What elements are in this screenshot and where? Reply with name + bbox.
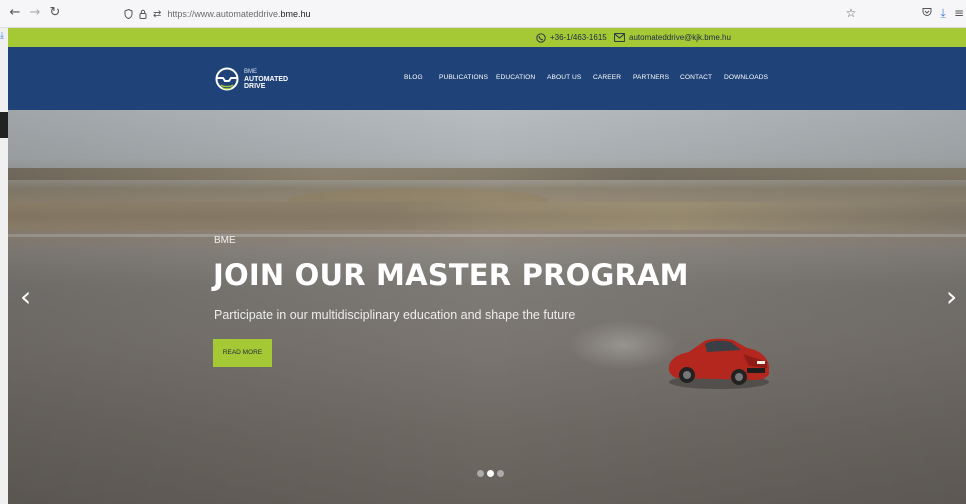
- url-prefix: https://www.automateddrive.: [167, 9, 281, 19]
- phone-icon: [536, 32, 546, 43]
- chevron-left-icon[interactable]: ‹: [20, 282, 31, 312]
- phone-contact[interactable]: +36-1/463-1615: [536, 28, 607, 47]
- back-icon[interactable]: ←: [6, 4, 24, 22]
- nav-education[interactable]: EDUCATION: [496, 74, 535, 81]
- red-car-image: [668, 338, 769, 389]
- nav-blog[interactable]: BLOG: [404, 74, 423, 81]
- website: +36-1/463-1615 automateddrive@kjk.bme.hu…: [8, 28, 966, 504]
- browser-toolbar: ← → ↻ ⇄ https://www.automateddrive.bme.h…: [0, 0, 966, 28]
- forward-icon[interactable]: →: [26, 4, 44, 22]
- url-text[interactable]: https://www.automateddrive.bme.hu: [167, 9, 310, 19]
- slider-dot-1[interactable]: [477, 470, 484, 477]
- email-contact[interactable]: automateddrive@kjk.bme.hu: [614, 28, 731, 47]
- contact-bar: +36-1/463-1615 automateddrive@kjk.bme.hu: [8, 28, 966, 47]
- sidebar-dark-block: [0, 112, 8, 138]
- logo-line-drive: DRIVE: [244, 82, 266, 90]
- email-icon: [614, 33, 625, 42]
- email-address: automateddrive@kjk.bme.hu: [629, 33, 731, 42]
- nav-career[interactable]: CAREER: [593, 74, 621, 81]
- permissions-icon[interactable]: ⇄: [153, 9, 161, 20]
- tire-smoke: [568, 320, 678, 370]
- download-indicator-icon[interactable]: ⤓: [0, 31, 4, 41]
- hero-slider: BME JOIN OUR MASTER PROGRAM Participate …: [8, 110, 966, 504]
- logo-line-automated: AUTOMATED: [244, 75, 289, 83]
- site-logo[interactable]: BME AUTOMATED DRIVE: [214, 66, 288, 92]
- nav-partners[interactable]: PARTNERS: [633, 74, 669, 81]
- hero-subtitle: Participate in our multidisciplinary edu…: [214, 308, 576, 322]
- read-more-button[interactable]: READ MORE: [213, 339, 272, 367]
- reload-icon[interactable]: ↻: [46, 4, 64, 22]
- nav-downloads[interactable]: DOWNLOADS: [724, 74, 768, 81]
- steering-wheel-icon: [215, 67, 239, 91]
- nav-publications[interactable]: PUBLICATIONS: [439, 74, 488, 81]
- left-sidebar-strip: ⤓: [0, 28, 8, 504]
- slider-pagination: [477, 470, 504, 477]
- site-header: BME AUTOMATED DRIVE BLOG PUBLICATIONS ED…: [8, 47, 966, 110]
- logo-text: BME AUTOMATED DRIVE: [244, 69, 288, 90]
- nav-about-us[interactable]: ABOUT US: [547, 74, 581, 81]
- logo-line-bme: BME: [244, 68, 258, 75]
- slider-dot-3[interactable]: [497, 470, 504, 477]
- phone-number: +36-1/463-1615: [550, 33, 607, 42]
- hero-headline: JOIN OUR MASTER PROGRAM: [213, 258, 689, 292]
- shield-icon[interactable]: [124, 9, 133, 19]
- hero-background-shade: [8, 110, 966, 504]
- lock-icon[interactable]: [139, 9, 147, 19]
- url-domain: bme.hu: [280, 9, 311, 19]
- hero-kicker: BME: [214, 235, 236, 246]
- address-bar[interactable]: ⇄ https://www.automateddrive.bme.hu: [124, 4, 310, 24]
- menu-icon[interactable]: ≡: [950, 4, 966, 22]
- bookmark-star-icon[interactable]: ☆: [842, 4, 860, 22]
- chevron-right-icon[interactable]: ›: [946, 282, 957, 312]
- slider-dot-2[interactable]: [487, 470, 494, 477]
- nav-contact[interactable]: CONTACT: [680, 74, 712, 81]
